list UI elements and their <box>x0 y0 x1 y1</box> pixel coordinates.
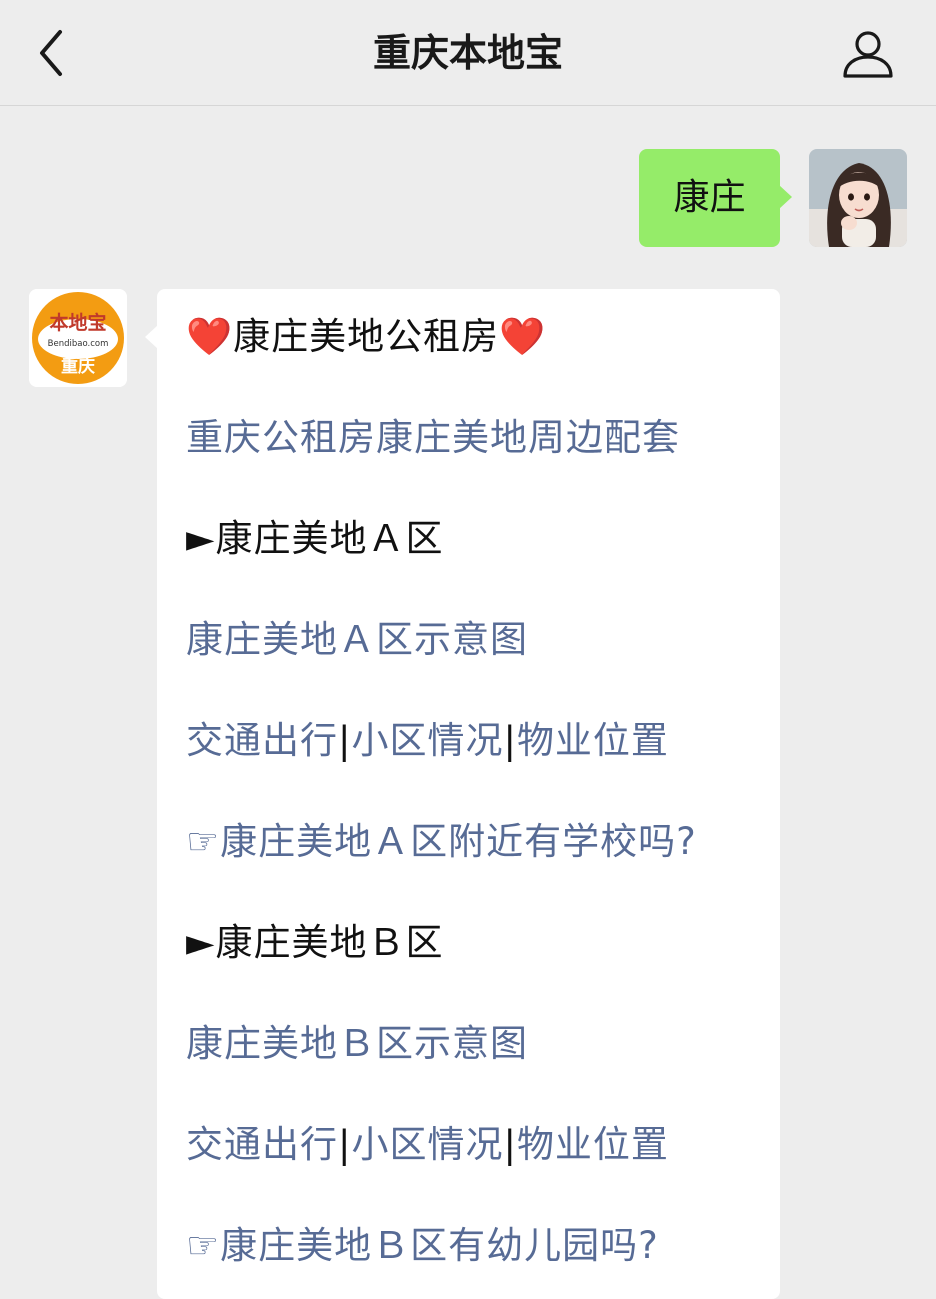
section-a-question-link[interactable]: ☞康庄美地Ａ区附近有学校吗? <box>186 817 697 867</box>
user-avatar[interactable] <box>809 149 907 247</box>
link-separator: | <box>503 1123 517 1166</box>
community-link[interactable]: 小区情况 <box>351 719 503 762</box>
nav-bar: 重庆本地宝 <box>0 0 936 106</box>
outgoing-message[interactable]: 康庄 <box>639 149 792 247</box>
logo-text: 本地宝 <box>49 311 106 334</box>
logo-domain: Bendibao.com <box>48 339 109 349</box>
incoming-message: ❤️康庄美地公租房❤️ 重庆公租房康庄美地周边配套 ►康庄美地Ａ区 康庄美地Ａ区… <box>145 289 780 1299</box>
link-separator: | <box>338 719 352 762</box>
section-b-question-link[interactable]: ☞康庄美地Ｂ区有幼儿园吗? <box>186 1221 659 1271</box>
section-a-heading: ►康庄美地Ａ区 <box>186 517 444 560</box>
section-a-map-link[interactable]: 康庄美地Ａ区示意图 <box>186 615 528 665</box>
section-b-nav-links: 交通出行|小区情况|物业位置 <box>186 1120 669 1170</box>
section-b-heading: ►康庄美地Ｂ区 <box>186 921 444 964</box>
page-title: 重庆本地宝 <box>372 31 563 75</box>
bot-avatar[interactable]: 本地宝 Bendibao.com 重庆 <box>29 289 127 387</box>
location-link[interactable]: 物业位置 <box>517 1123 669 1166</box>
transport-link[interactable]: 交通出行 <box>186 719 338 762</box>
logo-city: 重庆 <box>61 356 95 377</box>
section-b-map-link[interactable]: 康庄美地Ｂ区示意图 <box>186 1019 528 1069</box>
section-a-nav-links: 交通出行|小区情况|物业位置 <box>186 716 669 766</box>
reply-title: ❤️康庄美地公租房❤️ <box>186 315 547 358</box>
community-link[interactable]: 小区情况 <box>351 1123 503 1166</box>
transport-link[interactable]: 交通出行 <box>186 1123 338 1166</box>
intro-link[interactable]: 重庆公租房康庄美地周边配套 <box>186 413 680 463</box>
location-link[interactable]: 物业位置 <box>517 719 669 762</box>
user-icon[interactable] <box>840 26 896 82</box>
girl-avatar-image <box>809 149 907 247</box>
link-separator: | <box>338 1123 352 1166</box>
link-separator: | <box>503 719 517 762</box>
bendibao-logo: 本地宝 Bendibao.com 重庆 <box>29 289 127 387</box>
